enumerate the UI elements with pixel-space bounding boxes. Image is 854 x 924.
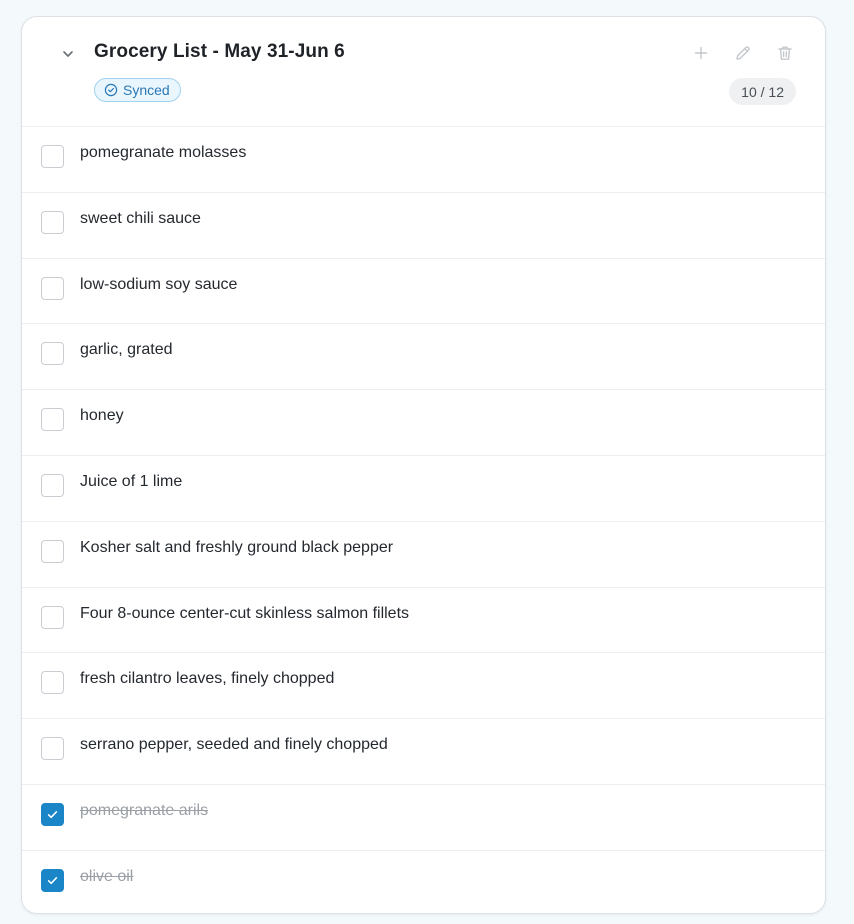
checkbox[interactable]: [41, 145, 64, 168]
checkbox[interactable]: [41, 473, 64, 497]
grocery-list-card: Grocery List - May 31-Jun 6 Synced 10 / …: [21, 16, 826, 914]
item-label: serrano pepper, seeded and finely choppe…: [80, 736, 388, 754]
item-label: sweet chili sauce: [80, 209, 201, 227]
list-item[interactable]: olive oil: [22, 851, 825, 913]
progress-count: 10 / 12: [729, 78, 796, 105]
list-item[interactable]: pomegranate arils: [22, 785, 825, 851]
list-item[interactable]: pomegranate molasses: [22, 127, 825, 193]
item-label: low-sodium soy sauce: [80, 275, 238, 293]
grocery-items: pomegranate molasses sweet chili sauce low…: [22, 127, 825, 913]
item-label: pomegranate arils: [80, 801, 209, 819]
item-label: Four 8-ounce center-cut skinless salmon …: [80, 604, 410, 622]
checkbox[interactable]: [41, 408, 64, 432]
item-label: Juice of 1 lime: [80, 472, 183, 490]
checkbox-checked[interactable]: [41, 802, 64, 826]
plus-icon[interactable]: [691, 43, 711, 63]
check-icon: [47, 811, 58, 819]
list-item[interactable]: low-sodium soy sauce: [22, 259, 825, 325]
item-label: pomegranate molasses: [80, 144, 247, 161]
checkbox[interactable]: [41, 210, 64, 234]
check-icon: [47, 876, 58, 884]
check-circle-icon: [104, 83, 118, 97]
checkbox[interactable]: [41, 737, 64, 761]
list-item[interactable]: Kosher salt and freshly ground black pep…: [22, 522, 825, 588]
item-label: Kosher salt and freshly ground black pep…: [80, 538, 394, 556]
pencil-icon[interactable]: [733, 43, 753, 63]
list-item[interactable]: honey: [22, 390, 825, 456]
checkbox-checked[interactable]: [41, 868, 64, 892]
checkbox[interactable]: [41, 671, 64, 695]
item-label: honey: [80, 407, 124, 425]
list-item[interactable]: Juice of 1 lime: [22, 456, 825, 522]
list-item[interactable]: serrano pepper, seeded and finely choppe…: [22, 719, 825, 785]
checkbox[interactable]: [41, 539, 64, 563]
list-item[interactable]: Four 8-ounce center-cut skinless salmon …: [22, 588, 825, 654]
header-actions: [691, 43, 795, 63]
list-item[interactable]: sweet chili sauce: [22, 193, 825, 259]
chevron-down-icon[interactable]: [58, 44, 78, 64]
list-item[interactable]: fresh cilantro leaves, finely chopped: [22, 653, 825, 720]
list-title: Grocery List - May 31-Jun 6: [94, 41, 345, 62]
trash-icon[interactable]: [775, 43, 795, 63]
sync-status-badge: Synced: [94, 78, 181, 102]
list-header: Grocery List - May 31-Jun 6 Synced 10 / …: [22, 17, 825, 127]
item-label: fresh cilantro leaves, finely chopped: [80, 670, 335, 688]
checkbox[interactable]: [41, 276, 64, 300]
checkbox[interactable]: [41, 342, 64, 366]
checkbox[interactable]: [41, 605, 64, 629]
list-item[interactable]: garlic, grated: [22, 324, 825, 391]
item-label: garlic, grated: [80, 341, 173, 359]
sync-status-label: Synced: [123, 82, 170, 98]
item-label: olive oil: [80, 867, 134, 885]
